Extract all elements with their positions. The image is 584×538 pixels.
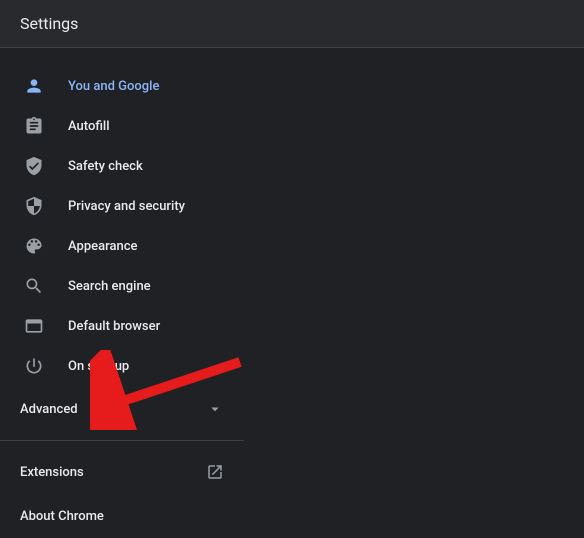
palette-icon [24,236,44,256]
advanced-section[interactable]: Advanced [0,386,244,432]
nav-default-browser[interactable]: Default browser [0,306,244,346]
nav-label: You and Google [68,79,159,94]
search-icon [24,276,44,296]
nav-label: Privacy and security [68,199,185,214]
nav-appearance[interactable]: Appearance [0,226,244,266]
shield-icon [24,196,44,216]
settings-sidebar: You and Google Autofill Safety check Pri… [0,48,244,386]
chevron-down-icon [206,400,224,418]
nav-label: Autofill [68,119,110,134]
nav-autofill[interactable]: Autofill [0,106,244,146]
nav-label: Default browser [68,319,160,334]
safety-check-icon [24,156,44,176]
nav-label: Safety check [68,159,143,174]
nav-safety-check[interactable]: Safety check [0,146,244,186]
person-icon [24,76,44,96]
nav-on-startup[interactable]: On startup [0,346,244,386]
nav-label: Search engine [68,279,151,294]
nav-privacy-security[interactable]: Privacy and security [0,186,244,226]
extensions-section[interactable]: Extensions [0,449,244,495]
settings-header: Settings [0,0,584,48]
nav-label: Appearance [68,239,137,254]
page-title: Settings [20,14,78,33]
nav-you-and-google[interactable]: You and Google [0,66,244,106]
extensions-label: Extensions [20,465,84,480]
power-icon [24,356,44,376]
browser-icon [24,316,44,336]
advanced-label: Advanced [20,402,78,417]
autofill-icon [24,116,44,136]
nav-search-engine[interactable]: Search engine [0,266,244,306]
divider [0,440,244,441]
external-link-icon [206,463,224,481]
about-label: About Chrome [20,509,104,524]
nav-label: On startup [68,359,129,374]
